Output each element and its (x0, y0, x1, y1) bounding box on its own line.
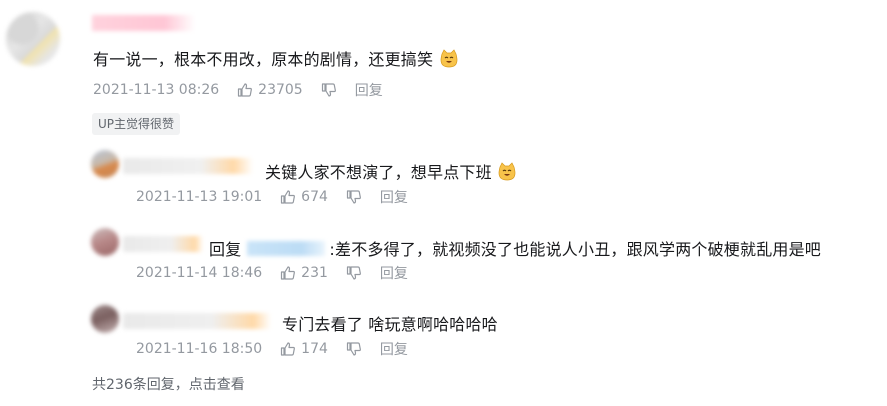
like-count: 674 (301, 189, 328, 205)
thumbs-up-icon[interactable] (280, 189, 296, 205)
comment-text: 有一说一，根本不用改，原本的剧情，还更搞笑 (93, 50, 434, 69)
reply-username[interactable] (123, 313, 271, 329)
username[interactable] (92, 15, 195, 31)
reply-prefix: 回复 (209, 240, 242, 259)
reply-meta: 2021-11-16 18:50 174 回复 (136, 339, 408, 359)
reply-text: 关键人家不想演了，想早点下班 (265, 163, 492, 182)
reply-avatar[interactable] (91, 150, 119, 178)
thumbs-down-icon[interactable] (321, 82, 337, 98)
up-liked-badge: UP主觉得很赞 (92, 113, 181, 135)
avatar[interactable] (6, 12, 60, 66)
reply-avatar[interactable] (91, 228, 119, 256)
thumbs-up-icon[interactable] (280, 265, 296, 281)
reply-content: 关键人家不想演了，想早点下班 (265, 159, 517, 183)
reply-content: 专门去看了 啥玩意啊哈哈哈哈 (282, 311, 498, 335)
reply-text: :差不多得了，就视频没了也能说人小丑，跟风学两个破梗就乱用是吧 (329, 240, 821, 259)
like-count: 231 (301, 265, 328, 281)
like-count: 174 (301, 341, 328, 357)
thumbs-down-icon[interactable] (346, 189, 362, 205)
reply-meta: 2021-11-14 18:46 231 回复 (136, 263, 408, 283)
like-count: 23705 (258, 82, 303, 98)
reply-avatar[interactable] (91, 305, 119, 333)
reply-text: 专门去看了 啥玩意啊哈哈哈哈 (282, 315, 498, 334)
reply-content: 回复 :差不多得了，就视频没了也能说人小丑，跟风学两个破梗就乱用是吧 (209, 236, 821, 260)
mentioned-username[interactable] (247, 240, 326, 256)
reply-button[interactable]: 回复 (355, 80, 383, 100)
thumbs-down-icon[interactable] (346, 265, 362, 281)
thumbs-down-icon[interactable] (346, 341, 362, 357)
reply-button[interactable]: 回复 (380, 187, 408, 207)
reply-time: 2021-11-13 19:01 (136, 189, 263, 205)
reply-username[interactable] (123, 158, 253, 174)
reply-button[interactable]: 回复 (380, 263, 408, 283)
thumbs-up-icon[interactable] (237, 82, 253, 98)
comment-content: 有一说一，根本不用改，原本的剧情，还更搞笑 (93, 46, 459, 70)
smiling-cat-face-emoji (440, 49, 457, 68)
reply-time: 2021-11-16 18:50 (136, 341, 263, 357)
reply-meta: 2021-11-13 19:01 674 回复 (136, 187, 408, 207)
reply-button[interactable]: 回复 (380, 339, 408, 359)
comment-meta: 2021-11-13 08:26 23705 回复 (93, 80, 383, 100)
view-more-replies-link[interactable]: 共236条回复，点击查看 (92, 374, 245, 394)
reply-time: 2021-11-14 18:46 (136, 265, 263, 281)
comment-time: 2021-11-13 08:26 (93, 82, 220, 98)
thumbs-up-icon[interactable] (280, 341, 296, 357)
reply-username[interactable] (123, 236, 203, 252)
smiling-cat-face-emoji (498, 162, 516, 181)
